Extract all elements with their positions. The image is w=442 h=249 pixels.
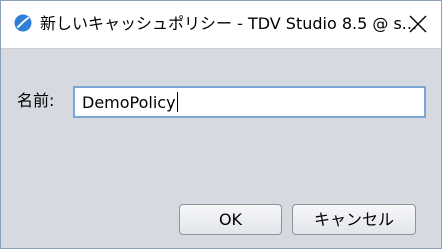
ok-button[interactable]: OK — [179, 204, 282, 235]
name-input-value: DemoPolicy — [82, 92, 178, 113]
cancel-button[interactable]: キャンセル — [292, 204, 416, 235]
text-caret — [176, 92, 178, 112]
tdv-studio-icon — [14, 14, 32, 32]
title-bar[interactable]: 新しいキャッシュポリシー - TDV Studio 8.5 @ s... — [1, 1, 441, 49]
name-input[interactable]: DemoPolicy — [73, 86, 426, 118]
close-button[interactable] — [395, 1, 441, 48]
window-title: 新しいキャッシュポリシー - TDV Studio 8.5 @ s... — [40, 14, 418, 33]
dialog-content: 名前: DemoPolicy OK キャンセル — [1, 49, 441, 248]
close-icon — [409, 15, 427, 33]
name-label: 名前: — [17, 91, 55, 110]
name-input-text: DemoPolicy — [82, 93, 176, 112]
new-cache-policy-dialog: 新しいキャッシュポリシー - TDV Studio 8.5 @ s... 名前:… — [0, 0, 442, 249]
